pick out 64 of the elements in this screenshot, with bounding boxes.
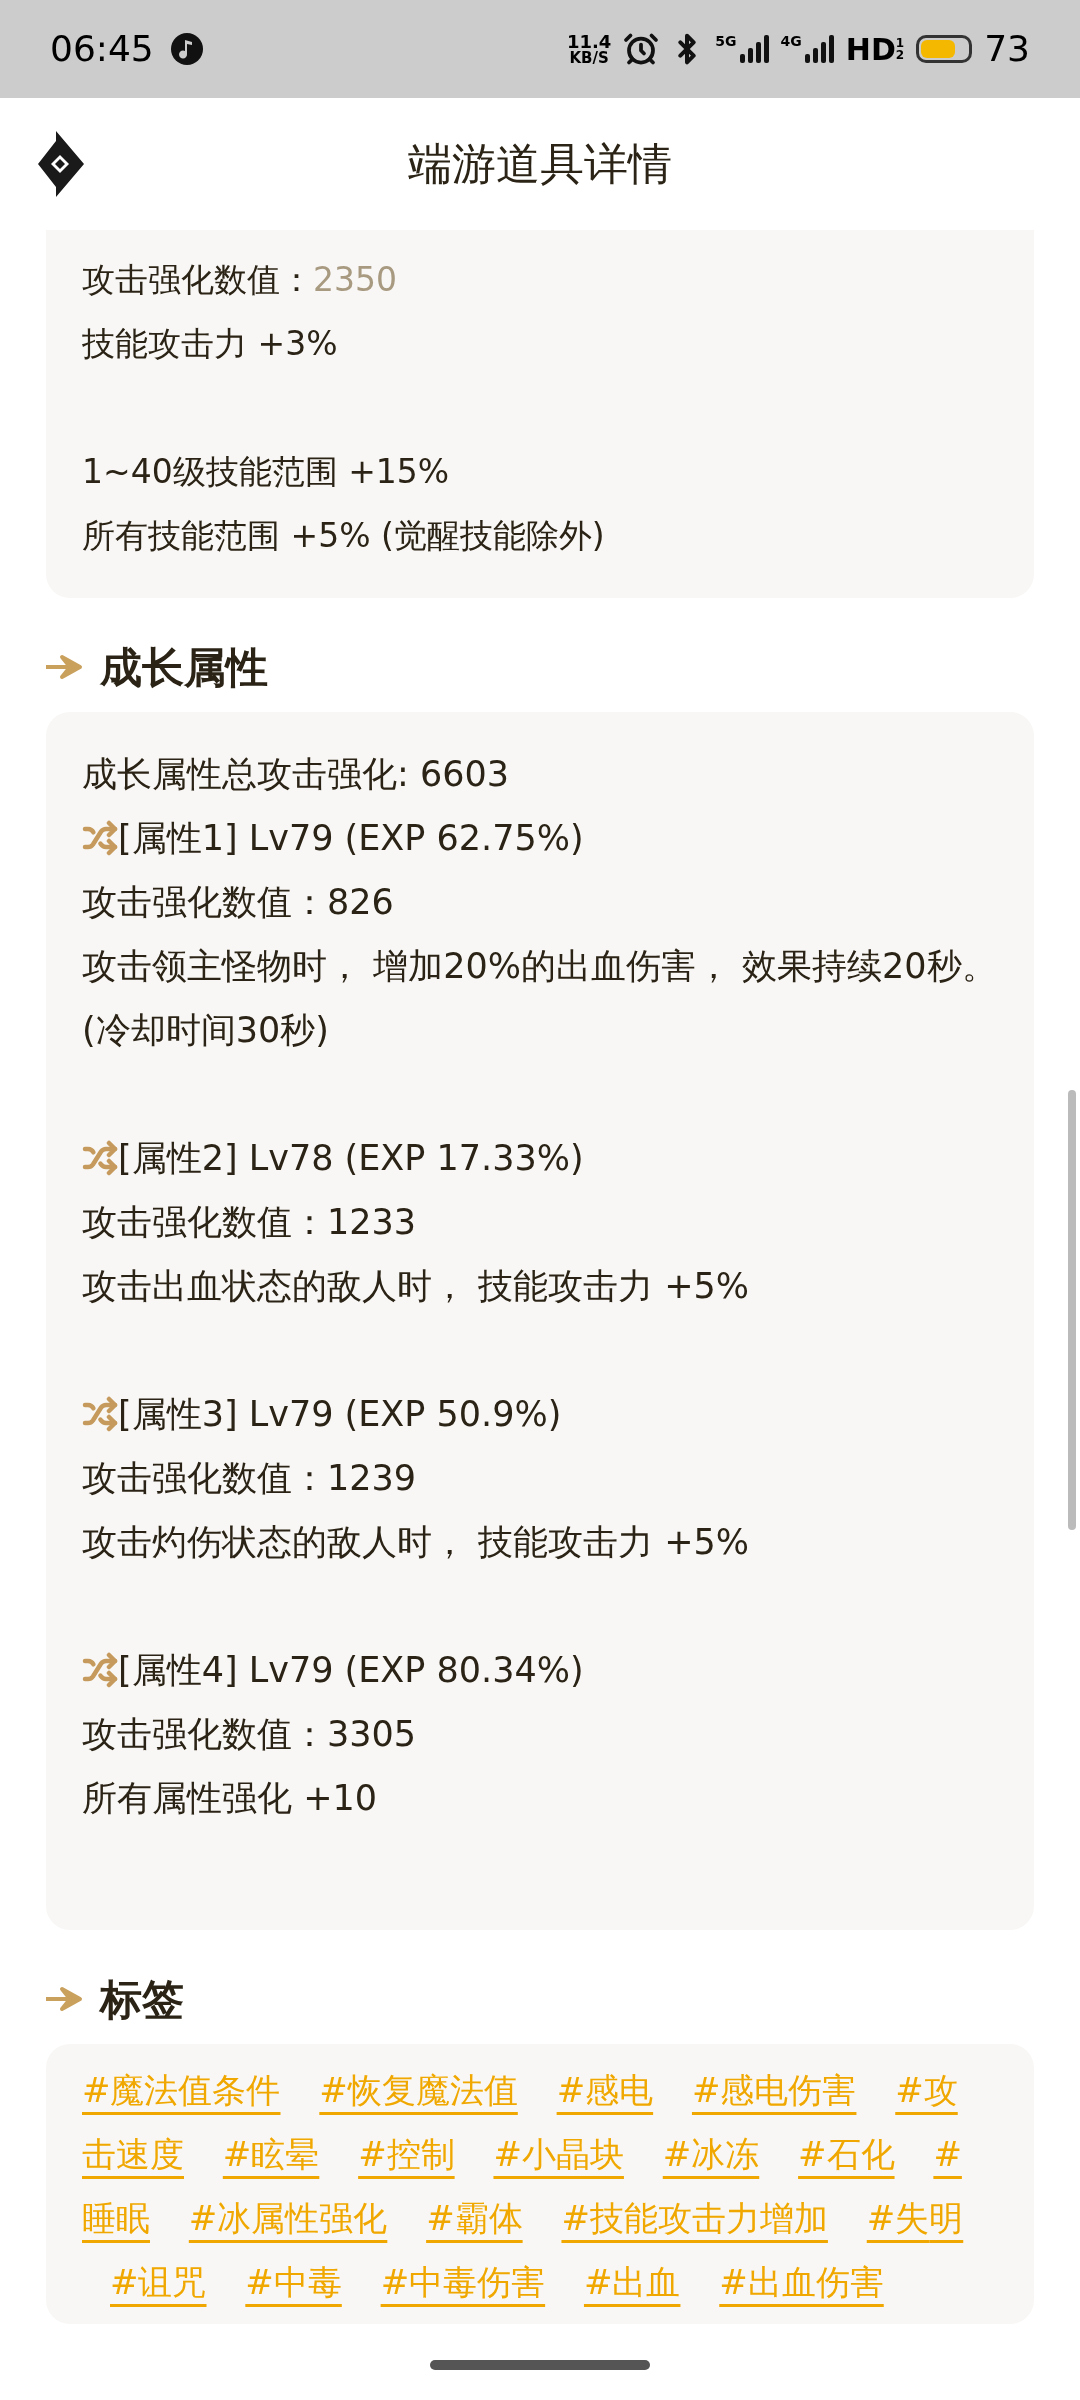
attribute-value: 攻击强化数值：826 xyxy=(82,881,395,924)
attribute-heading: [属性4] Lv79 (EXP 80.34%) xyxy=(118,1649,584,1692)
shuffle-icon xyxy=(82,1652,118,1688)
effect-text: 技能攻击力 +3% xyxy=(82,323,339,365)
shuffle-icon xyxy=(82,820,118,856)
attribute-heading: [属性3] Lv79 (EXP 50.9%) xyxy=(118,1393,562,1436)
signal-icon xyxy=(738,34,769,64)
tag-link[interactable]: 击速度 xyxy=(82,2134,184,2174)
tag-link[interactable]: #霸体 xyxy=(426,2198,523,2238)
attribute-value: 攻击强化数值：1239 xyxy=(82,1457,418,1500)
tag-link[interactable]: # xyxy=(933,2134,962,2174)
attribute-effect: 攻击灼伤状态的敌人时， 技能攻击力 +5% xyxy=(82,1521,751,1564)
network-label: 4G xyxy=(780,34,802,48)
tag-link[interactable]: #出血伤害 xyxy=(719,2262,884,2302)
shuffle-icon xyxy=(82,1140,118,1176)
tag-link[interactable]: #石化 xyxy=(798,2134,895,2174)
tag-link[interactable]: #小晶块 xyxy=(493,2134,624,2174)
tag-link[interactable]: #冰属性强化 xyxy=(188,2198,388,2238)
tag-link[interactable]: #诅咒 xyxy=(110,2262,207,2302)
attribute-effect: 攻击出血状态的敌人时， 技能攻击力 +5% xyxy=(82,1265,751,1308)
hd-label: HD xyxy=(845,30,896,69)
attribute-heading: [属性1] Lv79 (EXP 62.75%) xyxy=(118,817,584,860)
tag-link[interactable]: #冰冻 xyxy=(662,2134,760,2174)
shuffle-icon xyxy=(82,1396,118,1432)
attribute-effect: 攻击领主怪物时， 增加20%的出血伤害， 效果持续20秒。 (冷却时间30秒) xyxy=(82,945,998,1052)
hd-sub-label: 1 xyxy=(895,37,905,49)
tag-link[interactable]: #恢复魔法值 xyxy=(319,2070,518,2110)
tag-link[interactable]: #出血 xyxy=(583,2262,681,2302)
alarm-icon xyxy=(623,31,660,67)
tag-link[interactable]: #魔法值条件 xyxy=(82,2070,281,2110)
section-title: 标签 xyxy=(100,1973,184,2026)
total-text: 成长属性总攻击强化: 6603 xyxy=(82,753,510,796)
tag-link[interactable]: #感电 xyxy=(556,2070,654,2110)
net-speed-unit: KB/S xyxy=(569,50,609,66)
tag-link[interactable]: 明 xyxy=(929,2198,964,2238)
attribute-value: 攻击强化数值：3305 xyxy=(82,1713,418,1756)
hd-sub-label: 2 xyxy=(895,49,905,61)
page-title: 端游道具详情 xyxy=(408,137,672,191)
battery-percent: 73 xyxy=(984,27,1030,71)
signal-icon xyxy=(803,34,834,64)
effect-text: 1~40级技能范围 +15% xyxy=(82,451,451,493)
section-title: 成长属性 xyxy=(100,641,268,694)
arrow-icon xyxy=(46,1985,84,2013)
tag-link[interactable]: #技能攻击力增加 xyxy=(561,2198,828,2238)
tag-link[interactable]: #失 xyxy=(866,2198,930,2238)
arrow-icon xyxy=(46,653,84,681)
tag-link[interactable]: 睡眠 xyxy=(82,2198,150,2238)
stat-label: 攻击强化数值： xyxy=(82,259,313,301)
attribute-effect: 所有属性强化 +10 xyxy=(82,1777,378,1820)
stat-value: 2350 xyxy=(313,259,397,301)
tag-link[interactable]: #中毒伤害 xyxy=(380,2262,546,2302)
tag-link[interactable]: #攻 xyxy=(895,2070,958,2110)
attribute-value: 攻击强化数值：1233 xyxy=(82,1201,418,1244)
tag-link[interactable]: #中毒 xyxy=(245,2262,342,2302)
tag-link[interactable]: #眩晕 xyxy=(222,2134,320,2174)
tag-link[interactable]: #控制 xyxy=(358,2134,455,2174)
net-speed-value: 11.4 xyxy=(566,32,612,51)
attribute-heading: [属性2] Lv78 (EXP 17.33%) xyxy=(118,1137,584,1180)
music-note-icon xyxy=(169,32,204,66)
effect-text: 所有技能范围 +5% (觉醒技能除外) xyxy=(82,515,606,557)
logo-icon[interactable] xyxy=(36,131,86,197)
network-label: 5G xyxy=(715,34,737,48)
clock-time: 06:45 xyxy=(50,27,154,71)
tag-link[interactable]: #感电伤害 xyxy=(691,2070,857,2110)
